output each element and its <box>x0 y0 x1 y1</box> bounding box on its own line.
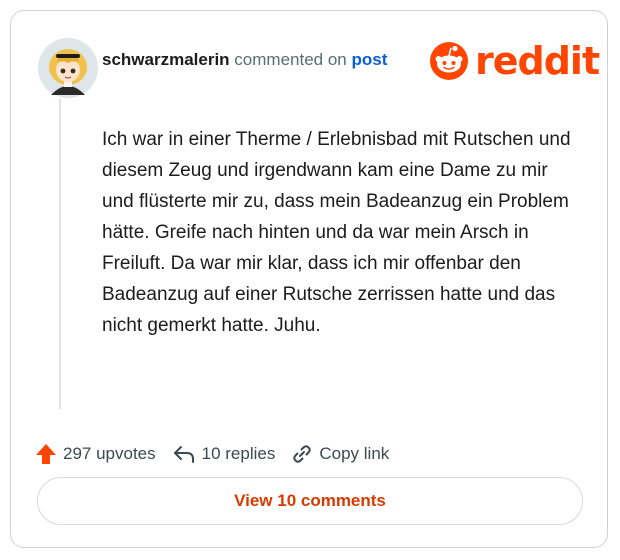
comment-body: Ich war in einer Therme / Erlebnisbad mi… <box>102 129 571 336</box>
comment-card: schwarzmalerin commented on post reddit … <box>10 10 608 548</box>
link-icon <box>293 445 312 463</box>
reddit-snoo-icon <box>430 42 468 80</box>
user-avatar[interactable] <box>37 37 99 99</box>
reddit-wordmark: reddit <box>475 39 600 83</box>
upvote-button[interactable]: 297 upvotes <box>35 443 156 465</box>
replies-button[interactable]: 10 replies <box>172 443 276 465</box>
reddit-logo[interactable]: reddit <box>429 39 600 83</box>
reply-arrow-icon <box>173 446 194 463</box>
username-link[interactable]: schwarzmalerin <box>102 50 230 69</box>
avatar-image-icon <box>38 38 98 98</box>
reply-count: 10 replies <box>201 444 276 463</box>
action-text: commented on <box>234 50 347 69</box>
view-comments-button[interactable]: View 10 comments <box>37 477 583 525</box>
view-comments-label: View 10 comments <box>234 491 386 510</box>
upvote-count: 297 upvotes <box>63 444 156 463</box>
upvote-arrow-icon <box>36 444 56 464</box>
copy-link-label: Copy link <box>319 444 390 463</box>
comment-actions: 297 upvotes 10 replies Copy link <box>35 439 405 469</box>
post-link[interactable]: post <box>351 50 387 69</box>
comment-header: schwarzmalerin commented on post <box>102 50 387 70</box>
thread-line <box>59 99 61 409</box>
copy-link-button[interactable]: Copy link <box>291 443 389 465</box>
